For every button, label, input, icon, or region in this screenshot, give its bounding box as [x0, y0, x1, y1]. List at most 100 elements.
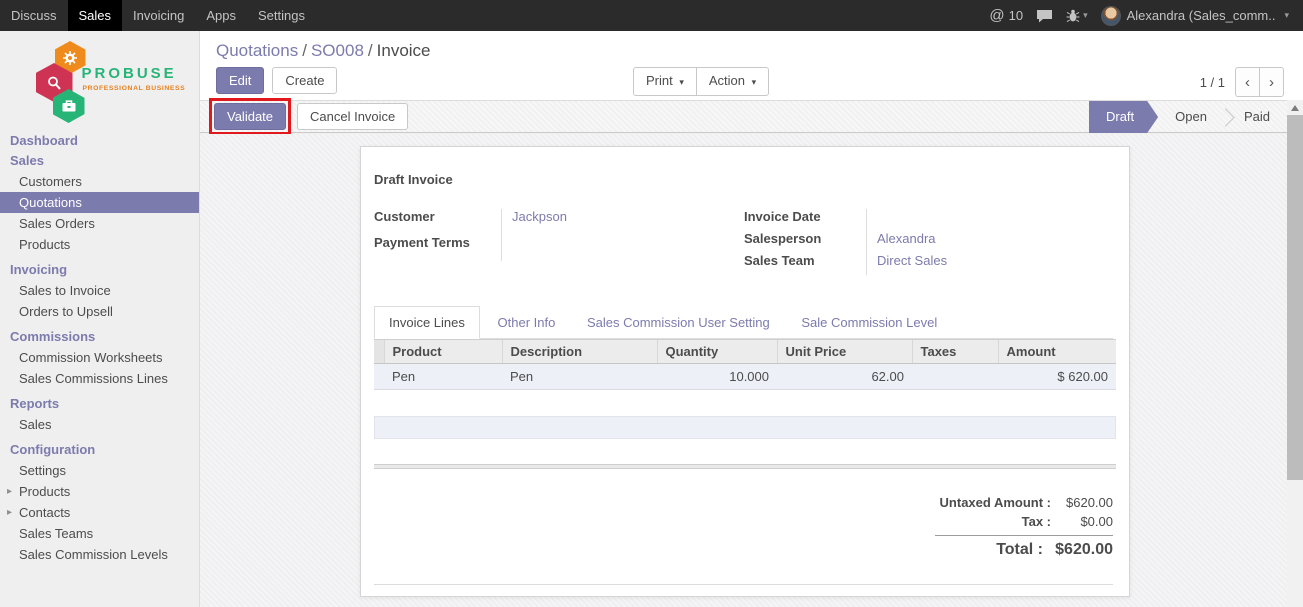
cell-amount[interactable]: $ 620.00	[998, 364, 1116, 390]
column-header-taxes[interactable]: Taxes	[912, 340, 998, 364]
breadcrumb-quotations[interactable]: Quotations	[216, 41, 298, 60]
column-header-product[interactable]: Product	[384, 340, 502, 364]
edit-button[interactable]: Edit	[216, 67, 264, 94]
tab-sales-commission-user-setting[interactable]: Sales Commission User Setting	[573, 307, 784, 338]
sidebar-item-config-settings[interactable]: Settings	[0, 460, 199, 481]
debug-menu-button[interactable]: ▾	[1066, 9, 1088, 23]
menu-discuss[interactable]: Discuss	[0, 0, 68, 31]
sidebar-header-invoicing[interactable]: Invoicing	[0, 260, 199, 280]
expand-arrow-icon[interactable]: ▸	[7, 484, 12, 499]
salesperson-value[interactable]: Alexandra	[877, 231, 1101, 253]
scrollbar-thumb[interactable]	[1287, 115, 1303, 480]
table-row[interactable]: Pen Pen 10.000 62.00 $ 620.00	[374, 364, 1116, 390]
breadcrumb: Quotations/SO008/Invoice	[200, 31, 1303, 61]
sidebar-item-customers[interactable]: Customers	[0, 171, 199, 192]
menu-apps[interactable]: Apps	[195, 0, 247, 31]
notebook-tabs: Invoice Lines Other Info Sales Commissio…	[374, 305, 1113, 339]
sidebar-header-reports[interactable]: Reports	[0, 394, 199, 414]
action-label: Action	[709, 73, 745, 88]
chevron-left-icon: ‹	[1245, 74, 1250, 91]
chevron-right-icon: ›	[1269, 74, 1274, 91]
section-divider	[374, 464, 1116, 469]
cell-taxes[interactable]	[912, 364, 998, 390]
probuse-logo[interactable]: PROBUSE PROFESSIONAL BUSINESS	[10, 39, 190, 125]
status-step-paid[interactable]: Paid	[1227, 101, 1287, 133]
status-steps: Draft Open Paid	[1089, 101, 1287, 133]
cell-quantity[interactable]: 10.000	[657, 364, 777, 390]
totals-separator	[935, 535, 1113, 536]
sidebar-item-label: Products	[19, 484, 70, 499]
row-handle	[374, 364, 384, 390]
commission-empty-section	[374, 416, 1116, 439]
scroll-up-arrow-icon[interactable]	[1291, 105, 1299, 111]
invoice-form-sheet: Draft Invoice Customer Jackpson . Paymen…	[360, 146, 1130, 597]
chevron-down-icon: ▾	[1284, 10, 1289, 21]
menu-settings[interactable]: Settings	[247, 0, 316, 31]
customer-value[interactable]: Jackpson	[512, 209, 714, 235]
column-header-quantity[interactable]: Quantity	[657, 340, 777, 364]
sidebar-item-reports-sales[interactable]: Sales	[0, 414, 199, 435]
tab-other-info[interactable]: Other Info	[484, 307, 570, 338]
tab-sale-commission-level[interactable]: Sale Commission Level	[787, 307, 951, 338]
sidebar-item-orders-to-upsell[interactable]: Orders to Upsell	[0, 301, 199, 322]
sidebar-item-commission-worksheets[interactable]: Commission Worksheets	[0, 347, 199, 368]
untaxed-amount-label: Untaxed Amount :	[940, 495, 1051, 510]
sidebar-item-sales-commission-levels[interactable]: Sales Commission Levels	[0, 544, 199, 565]
cancel-invoice-button[interactable]: Cancel Invoice	[297, 103, 408, 130]
bug-icon	[1066, 9, 1080, 23]
cell-description[interactable]: Pen	[502, 364, 657, 390]
form-statusbar: Validate Cancel Invoice Draft Open Paid	[200, 100, 1287, 133]
briefcase-hexagon	[53, 89, 85, 123]
at-icon: @	[989, 7, 1004, 24]
column-header-description[interactable]: Description	[502, 340, 657, 364]
create-button[interactable]: Create	[272, 67, 337, 94]
mentions-counter[interactable]: @ 10	[989, 7, 1023, 24]
cell-product[interactable]: Pen	[384, 364, 502, 390]
pager-previous-button[interactable]: ‹	[1235, 67, 1260, 97]
brand-tagline: PROFESSIONAL BUSINESS	[83, 85, 186, 92]
sidebar-item-sales-teams[interactable]: Sales Teams	[0, 523, 199, 544]
tax-label: Tax :	[1022, 514, 1051, 529]
column-header-amount[interactable]: Amount	[998, 340, 1116, 364]
invoice-date-value[interactable]	[877, 209, 1101, 231]
sales-team-value[interactable]: Direct Sales	[877, 253, 1101, 275]
validate-button[interactable]: Validate	[214, 103, 286, 130]
payment-terms-value[interactable]	[512, 235, 714, 261]
sidebar-item-quotations[interactable]: Quotations	[0, 192, 199, 213]
total-value: $620.00	[1043, 541, 1113, 559]
tab-invoice-lines[interactable]: Invoice Lines	[374, 306, 480, 339]
user-menu[interactable]: Alexandra (Sales_comm.. ▾	[1101, 6, 1289, 26]
sidebar-item-sales-orders[interactable]: Sales Orders	[0, 213, 199, 234]
column-header-unit-price[interactable]: Unit Price	[777, 340, 912, 364]
sidebar-item-config-contacts[interactable]: ▸ Contacts	[0, 502, 199, 523]
payment-terms-label: Payment Terms	[374, 235, 501, 250]
print-dropdown-button[interactable]: Print ▾	[633, 67, 697, 96]
sidebar-item-label: Contacts	[19, 505, 70, 520]
cell-unit-price[interactable]: 62.00	[777, 364, 912, 390]
expand-arrow-icon[interactable]: ▸	[7, 505, 12, 520]
status-step-draft[interactable]: Draft	[1089, 101, 1158, 133]
sidebar-item-config-products[interactable]: ▸ Products	[0, 481, 199, 502]
validate-highlight-annotation: Validate	[209, 98, 291, 135]
menu-sales[interactable]: Sales	[68, 0, 123, 31]
app-menus: Discuss Sales Invoicing Apps Settings	[0, 0, 316, 31]
sidebar-header-dashboard[interactable]: Dashboard	[0, 131, 199, 151]
status-step-open[interactable]: Open	[1158, 101, 1224, 133]
sidebar-item-sales-to-invoice[interactable]: Sales to Invoice	[0, 280, 199, 301]
vertical-scrollbar[interactable]	[1287, 100, 1303, 607]
messages-button[interactable]	[1036, 9, 1053, 23]
breadcrumb-so008[interactable]: SO008	[311, 41, 364, 60]
table-header-row: Product Description Quantity Unit Price …	[374, 340, 1116, 364]
sidebar-nav: Dashboard Sales Customers Quotations Sal…	[0, 131, 199, 565]
sheet-bottom-divider	[374, 584, 1113, 585]
sidebar-header-sales[interactable]: Sales	[0, 151, 199, 171]
pager-value: 1 / 1	[1200, 75, 1225, 90]
menu-invoicing[interactable]: Invoicing	[122, 0, 195, 31]
sidebar-item-products[interactable]: Products	[0, 234, 199, 255]
avatar	[1101, 6, 1121, 26]
sidebar-header-configuration[interactable]: Configuration	[0, 440, 199, 460]
sidebar-header-commissions[interactable]: Commissions	[0, 327, 199, 347]
pager-next-button[interactable]: ›	[1259, 67, 1284, 97]
sidebar-item-sales-commissions-lines[interactable]: Sales Commissions Lines	[0, 368, 199, 389]
action-dropdown-button[interactable]: Action ▾	[696, 67, 769, 96]
